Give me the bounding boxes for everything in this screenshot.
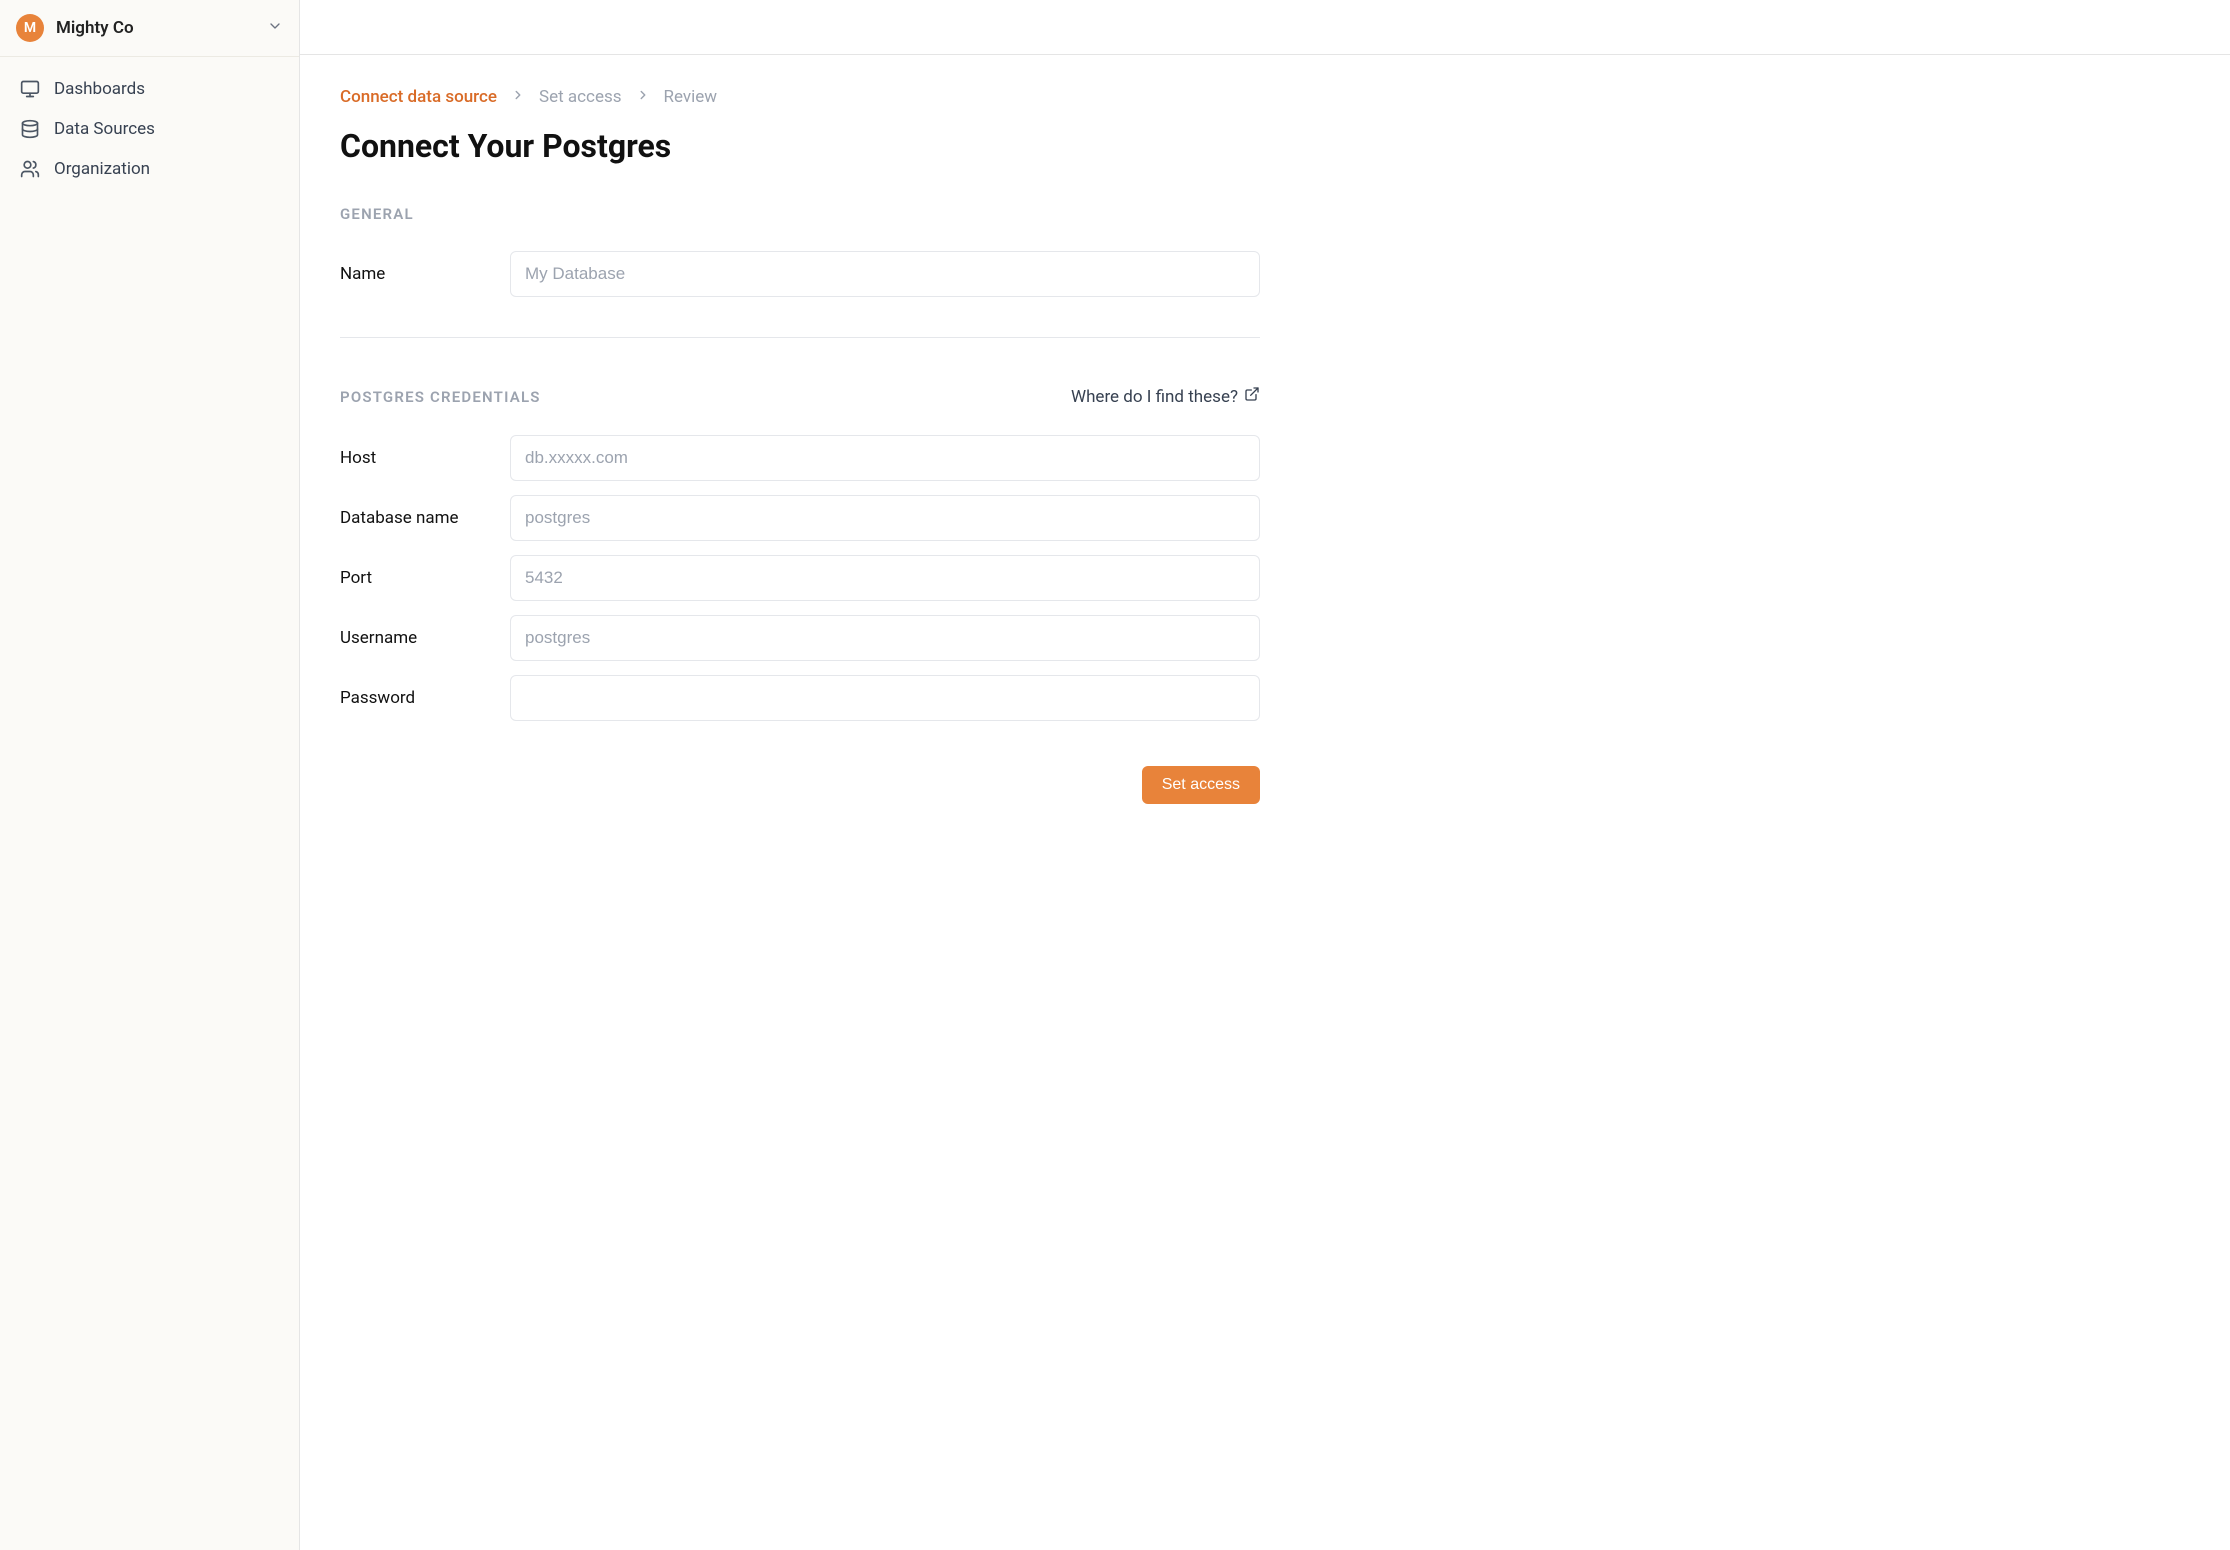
form-row-dbname: Database name — [340, 495, 1260, 541]
main: Connect data source Set access Review Co… — [300, 0, 2230, 1550]
external-link-icon — [1244, 386, 1260, 407]
form-row-port: Port — [340, 555, 1260, 601]
section-label-credentials: POSTGRES CREDENTIALS — [340, 388, 541, 406]
host-input[interactable] — [510, 435, 1260, 481]
sidebar-item-organization[interactable]: Organization — [8, 149, 291, 189]
sidebar-item-label: Dashboards — [54, 79, 145, 99]
divider — [340, 337, 1260, 338]
content: Connect data source Set access Review Co… — [300, 55, 1300, 844]
sidebar: M Mighty Co Dashboards Data Sources Orga… — [0, 0, 300, 1550]
port-label: Port — [340, 568, 510, 588]
form-row-username: Username — [340, 615, 1260, 661]
monitor-icon — [20, 79, 40, 99]
port-input[interactable] — [510, 555, 1260, 601]
sidebar-item-dashboards[interactable]: Dashboards — [8, 69, 291, 109]
breadcrumb-step-access: Set access — [539, 87, 622, 107]
page-title: Connect Your Postgres — [340, 127, 1260, 165]
form-row-name: Name — [340, 251, 1260, 297]
dbname-label: Database name — [340, 508, 510, 528]
sidebar-item-data-sources[interactable]: Data Sources — [8, 109, 291, 149]
actions: Set access — [340, 766, 1260, 804]
form-row-host: Host — [340, 435, 1260, 481]
username-label: Username — [340, 628, 510, 648]
name-label: Name — [340, 264, 510, 284]
breadcrumb: Connect data source Set access Review — [340, 87, 1260, 107]
credentials-help-link[interactable]: Where do I find these? — [1071, 386, 1260, 407]
set-access-button[interactable]: Set access — [1142, 766, 1260, 804]
password-input[interactable] — [510, 675, 1260, 721]
name-input[interactable] — [510, 251, 1260, 297]
chevron-right-icon — [636, 87, 650, 107]
sidebar-item-label: Organization — [54, 159, 150, 179]
sidebar-item-label: Data Sources — [54, 119, 155, 139]
org-avatar: M — [16, 14, 44, 42]
section-label-general: GENERAL — [340, 205, 1260, 223]
chevron-down-icon — [267, 18, 283, 38]
topbar — [300, 0, 2230, 55]
credentials-header: POSTGRES CREDENTIALS Where do I find the… — [340, 386, 1260, 407]
dbname-input[interactable] — [510, 495, 1260, 541]
form-row-password: Password — [340, 675, 1260, 721]
help-link-text: Where do I find these? — [1071, 387, 1238, 407]
chevron-right-icon — [511, 87, 525, 107]
database-icon — [20, 119, 40, 139]
org-switcher[interactable]: M Mighty Co — [0, 0, 299, 57]
users-icon — [20, 159, 40, 179]
sidebar-nav: Dashboards Data Sources Organization — [0, 57, 299, 201]
host-label: Host — [340, 448, 510, 468]
breadcrumb-step-connect[interactable]: Connect data source — [340, 87, 497, 107]
breadcrumb-step-review: Review — [664, 87, 718, 107]
org-name: Mighty Co — [56, 18, 255, 38]
username-input[interactable] — [510, 615, 1260, 661]
password-label: Password — [340, 688, 510, 708]
